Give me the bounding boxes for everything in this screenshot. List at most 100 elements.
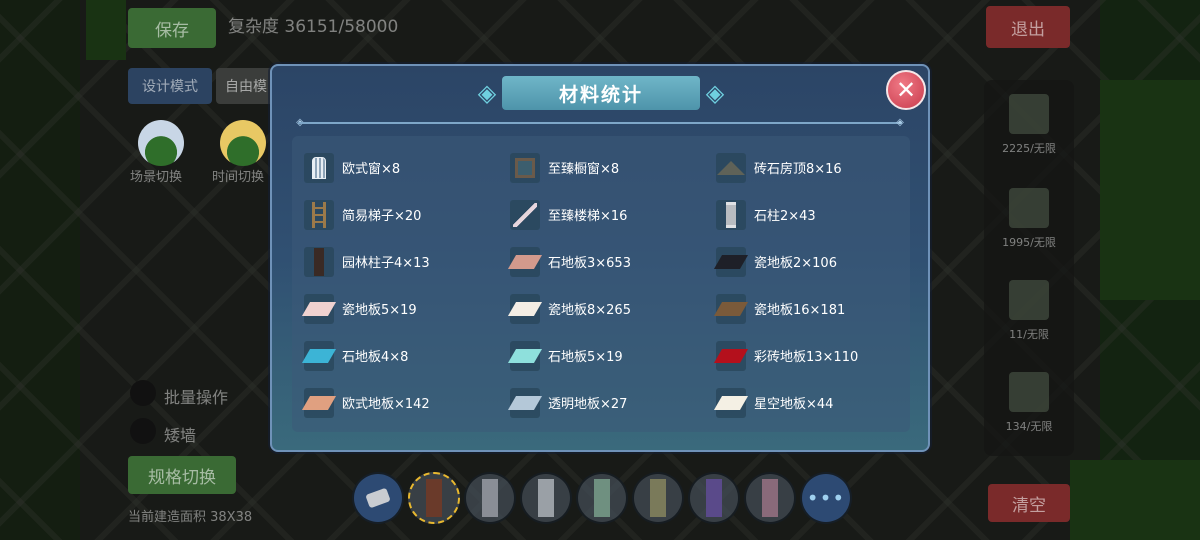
- european-floor-icon: [301, 387, 337, 418]
- tile-floor-icon: [301, 293, 337, 324]
- stairs-block-icon: [1009, 372, 1049, 412]
- simple-ladder-icon: [304, 199, 334, 230]
- block-count: 2225/无限: [1002, 142, 1056, 155]
- block-icon: [762, 479, 778, 517]
- tile-floor-icon: [713, 293, 749, 324]
- build-area-text: 当前建造面积 38X38: [128, 510, 253, 525]
- material-stats-modal: ◈ 材料统计 ◈ ✕ ◈ ◈ 欧式窗×8 至臻橱窗×8 砖石房顶8×16 简: [270, 64, 930, 452]
- close-button[interactable]: ✕: [886, 70, 926, 110]
- block-count: 1995/无限: [1002, 236, 1056, 249]
- block-slot[interactable]: [464, 472, 516, 524]
- material-item: 欧式窗×8: [304, 144, 510, 191]
- floor-block-icon: [1009, 94, 1049, 134]
- material-item: 欧式地板×142: [301, 379, 510, 426]
- material-label: 砖石房顶8×16: [754, 162, 842, 177]
- material-item: 石地板5×19: [507, 332, 716, 379]
- material-label: 瓷地板16×181: [754, 303, 846, 318]
- material-item: 简易梯子×20: [304, 191, 510, 238]
- time-switch-label: 时间切换: [212, 170, 265, 185]
- material-list: 欧式窗×8 至臻橱窗×8 砖石房顶8×16 简易梯子×20 至臻楼梯×16 石柱…: [292, 136, 910, 432]
- material-item: 石地板4×8: [301, 332, 510, 379]
- block-icon: [426, 479, 442, 517]
- wall-block-icon: [1009, 188, 1049, 228]
- title-ornament-right: ◈: [705, 79, 725, 107]
- material-item: 石地板3×653: [507, 238, 716, 285]
- short-wall-toggle[interactable]: [130, 418, 156, 444]
- transparent-floor-icon: [507, 387, 543, 418]
- material-label: 欧式地板×142: [342, 397, 430, 412]
- block-icon: [650, 479, 666, 517]
- block-count-item[interactable]: 1995/无限: [998, 188, 1060, 250]
- material-item: 瓷地板5×19: [301, 285, 510, 332]
- material-label: 欧式窗×8: [342, 162, 401, 177]
- block-count-item[interactable]: 11/无限: [998, 280, 1060, 342]
- material-item: 彩砖地板13×110: [713, 332, 904, 379]
- block-slot[interactable]: [576, 472, 628, 524]
- stone-column-icon: [716, 199, 746, 230]
- material-label: 园林柱子4×13: [342, 256, 430, 271]
- color-brick-floor-icon: [713, 340, 749, 371]
- starry-floor-icon: [713, 387, 749, 418]
- stone-roof-icon: [716, 152, 746, 183]
- exit-button[interactable]: 退出: [986, 6, 1070, 48]
- block-icon: [594, 479, 610, 517]
- showcase-window-icon: [510, 152, 540, 183]
- garden-pillar-icon: [304, 246, 334, 277]
- material-item: 瓷地板2×106: [713, 238, 904, 285]
- stone-floor-icon: [301, 340, 337, 371]
- title-ornament-left: ◈: [477, 79, 497, 107]
- time-switch-icon[interactable]: [220, 120, 266, 166]
- material-item: 至臻楼梯×16: [510, 191, 716, 238]
- material-item: 园林柱子4×13: [304, 238, 510, 285]
- block-slot[interactable]: [744, 472, 796, 524]
- block-slot[interactable]: [520, 472, 572, 524]
- block-slot[interactable]: [632, 472, 684, 524]
- short-wall-label: 矮墙: [164, 426, 197, 445]
- tab-free-mode[interactable]: 自由模: [216, 68, 276, 104]
- material-label: 石地板4×8: [342, 350, 409, 365]
- material-label: 星空地板×44: [754, 397, 834, 412]
- batch-toggle[interactable]: [130, 380, 156, 406]
- batch-label: 批量操作: [164, 388, 229, 407]
- spec-switch-button[interactable]: 规格切换: [128, 456, 236, 494]
- clear-button[interactable]: 清空: [988, 484, 1070, 522]
- eraser-icon: [365, 487, 391, 509]
- material-label: 至臻橱窗×8: [548, 162, 620, 177]
- divider-ornament-right: ◈: [896, 117, 904, 128]
- modal-title: 材料统计: [502, 76, 700, 110]
- block-count-item[interactable]: 2225/无限: [998, 94, 1060, 156]
- save-button[interactable]: 保存: [128, 8, 216, 48]
- more-dots: •••: [806, 486, 846, 510]
- block-count-panel: 2225/无限 1995/无限 11/无限 134/无限: [984, 80, 1074, 456]
- close-icon: ✕: [895, 76, 917, 104]
- scene-switch-icon[interactable]: [138, 120, 184, 166]
- material-item: 瓷地板8×265: [507, 285, 716, 332]
- material-item: 星空地板×44: [713, 379, 904, 426]
- tab-design-mode[interactable]: 设计模式: [128, 68, 212, 104]
- eraser-slot[interactable]: [352, 472, 404, 524]
- complexity-counter: 复杂度 36151/58000: [228, 17, 399, 37]
- block-count-item[interactable]: 134/无限: [998, 372, 1060, 434]
- block-count: 11/无限: [1009, 328, 1049, 341]
- stone-floor-icon: [507, 340, 543, 371]
- material-item: 至臻橱窗×8: [510, 144, 716, 191]
- title-divider: [298, 122, 902, 124]
- block-icon: [706, 479, 722, 517]
- material-label: 瓷地板5×19: [342, 303, 417, 318]
- material-label: 简易梯子×20: [342, 209, 422, 224]
- block-count: 134/无限: [1005, 420, 1053, 433]
- block-icon: [482, 479, 498, 517]
- block-slot[interactable]: [408, 472, 460, 524]
- material-label: 透明地板×27: [548, 397, 628, 412]
- material-label: 石地板5×19: [548, 350, 623, 365]
- more-button[interactable]: •••: [800, 472, 852, 524]
- deluxe-stairs-icon: [510, 199, 540, 230]
- window-block-icon: [1009, 280, 1049, 320]
- material-item: 瓷地板16×181: [713, 285, 904, 332]
- tile-floor-icon: [507, 293, 543, 324]
- block-slot[interactable]: [688, 472, 740, 524]
- tile-floor-icon: [713, 246, 749, 277]
- material-label: 瓷地板2×106: [754, 256, 837, 271]
- scene-switch-label: 场景切换: [130, 170, 183, 185]
- stone-floor-icon: [507, 246, 543, 277]
